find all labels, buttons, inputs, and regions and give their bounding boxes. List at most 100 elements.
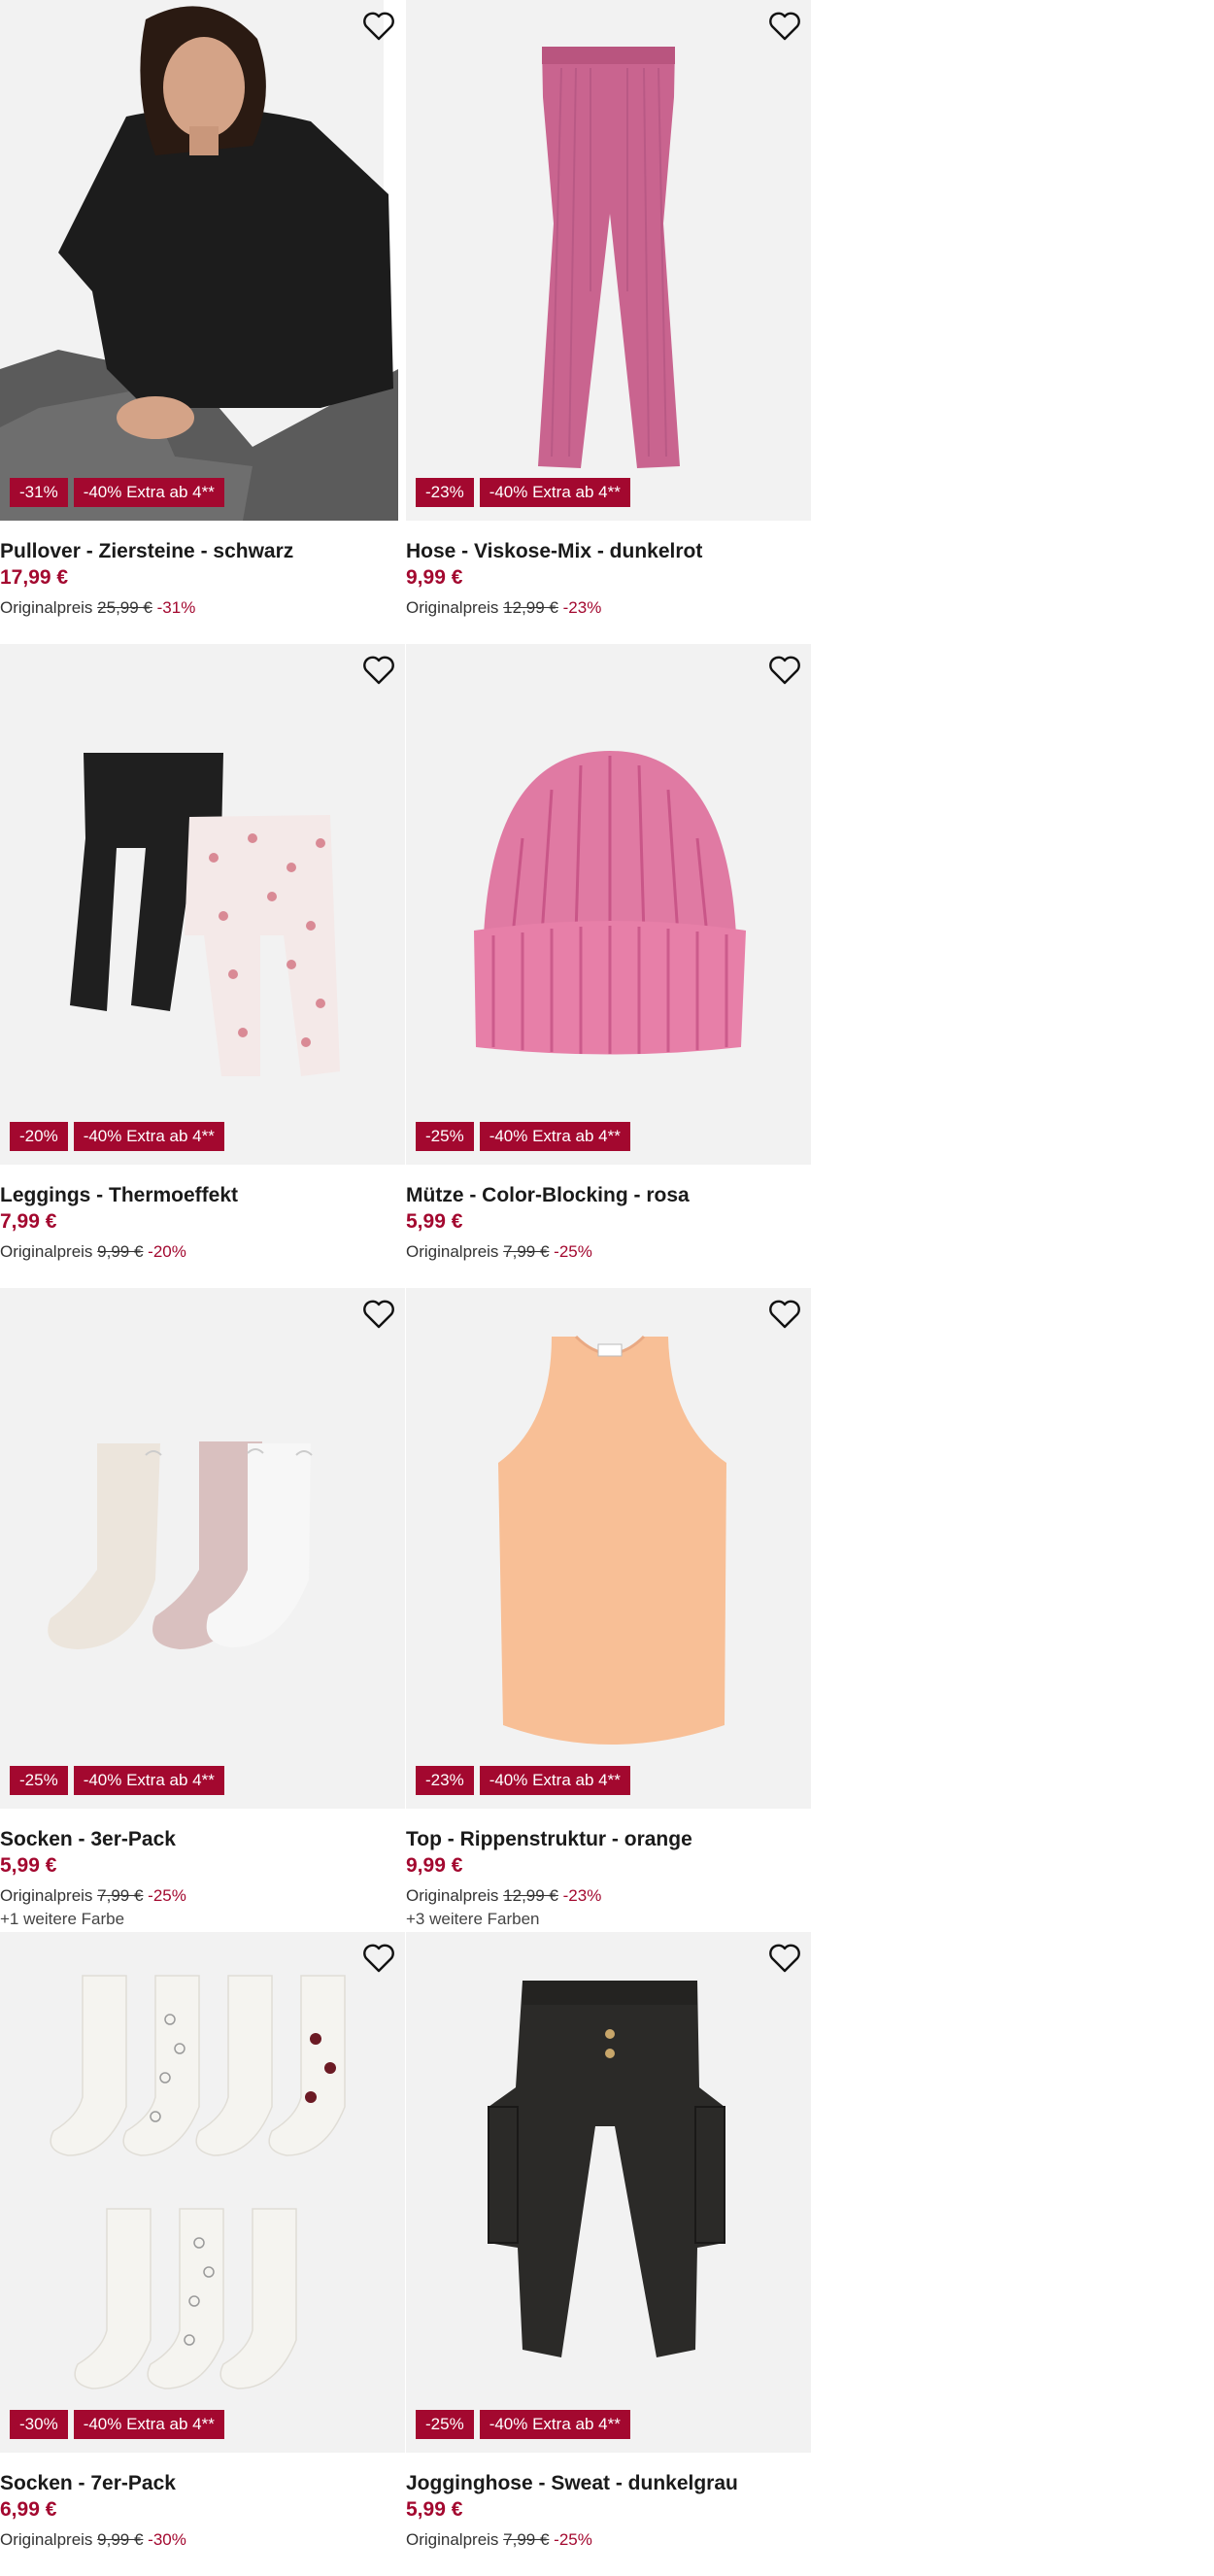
- badge-group: -31% -40% Extra ab 4**: [10, 478, 224, 507]
- product-price: 5,99 €: [0, 1854, 57, 1877]
- original-price-line: Originalpreis 7,99 € -25%: [406, 2525, 812, 2555]
- product-image[interactable]: -23% -40% Extra ab 4**: [406, 0, 811, 521]
- wishlist-heart-icon[interactable]: [768, 1300, 801, 1329]
- discount-percent: -31%: [156, 598, 196, 617]
- extra-discount-badge: -40% Extra ab 4**: [479, 2410, 630, 2439]
- product-image[interactable]: -31% -40% Extra ab 4**: [0, 0, 405, 521]
- product-card[interactable]: -25% -40% Extra ab 4** Socken - 3er-Pack…: [0, 1288, 406, 1932]
- badge-group: -23% -40% Extra ab 4**: [416, 478, 630, 507]
- product-image[interactable]: -30% -40% Extra ab 4**: [0, 1932, 405, 2453]
- original-price-line: Originalpreis 25,99 € -31%: [0, 593, 406, 623]
- wishlist-heart-icon[interactable]: [362, 12, 395, 41]
- product-info: Leggings - Thermoeffekt 7,99 € Originalp…: [0, 1165, 406, 1267]
- product-title[interactable]: Mütze - Color-Blocking - rosa: [406, 1182, 812, 1209]
- product-price: 7,99 €: [0, 1210, 57, 1233]
- discount-badge: -31%: [10, 478, 68, 507]
- discount-percent: -20%: [148, 1242, 186, 1261]
- beanie-image: [474, 751, 746, 1055]
- original-price-label: Originalpreis: [0, 598, 93, 617]
- product-info: Top - Rippenstruktur - orange 9,99 € Ori…: [406, 1809, 812, 1928]
- product-title[interactable]: Socken - 3er-Pack: [0, 1826, 406, 1853]
- discount-badge: -23%: [416, 1766, 474, 1795]
- original-price: 12,99 €: [503, 598, 558, 617]
- product-price: 17,99 €: [0, 566, 69, 589]
- product-card[interactable]: -23% -40% Extra ab 4** Hose - Viskose-Mi…: [406, 0, 812, 644]
- badge-group: -20% -40% Extra ab 4**: [10, 1122, 224, 1151]
- wishlist-heart-icon[interactable]: [362, 1300, 395, 1329]
- product-image[interactable]: -20% -40% Extra ab 4**: [0, 644, 405, 1165]
- socks-image: [48, 1441, 313, 1649]
- tank-top-image: [498, 1335, 726, 1745]
- product-title[interactable]: Socken - 7er-Pack: [0, 2470, 406, 2497]
- original-price: 9,99 €: [97, 2530, 144, 2549]
- discount-percent: -25%: [148, 1886, 186, 1905]
- product-title[interactable]: Leggings - Thermoeffekt: [0, 1182, 406, 1209]
- extra-discount-badge: -40% Extra ab 4**: [479, 478, 630, 507]
- wishlist-heart-icon[interactable]: [768, 1944, 801, 1973]
- original-price-label: Originalpreis: [406, 598, 499, 617]
- badge-group: -25% -40% Extra ab 4**: [416, 1122, 630, 1151]
- more-colors[interactable]: +1 weitere Farbe: [0, 1911, 406, 1928]
- product-card[interactable]: -30% -40% Extra ab 4** Socken - 7er-Pack…: [0, 1932, 406, 2576]
- extra-discount-badge: -40% Extra ab 4**: [479, 1122, 630, 1151]
- jogging-pants-image: [488, 1981, 725, 2357]
- product-image[interactable]: -23% -40% Extra ab 4**: [406, 1288, 811, 1809]
- product-info: Pullover - Ziersteine - schwarz 17,99 € …: [0, 521, 406, 623]
- product-title[interactable]: Top - Rippenstruktur - orange: [406, 1826, 812, 1853]
- discount-badge: -23%: [416, 478, 474, 507]
- more-colors[interactable]: +3 weitere Farben: [406, 1911, 812, 1928]
- product-card[interactable]: -25% -40% Extra ab 4** Jogginghose - Swe…: [406, 1932, 812, 2576]
- product-card[interactable]: -31% -40% Extra ab 4** Pullover - Zierst…: [0, 0, 406, 644]
- product-info: Jogginghose - Sweat - dunkelgrau 5,99 € …: [406, 2453, 812, 2555]
- product-info: Socken - 7er-Pack 6,99 € Originalpreis 9…: [0, 2453, 406, 2555]
- product-image[interactable]: -25% -40% Extra ab 4**: [0, 1288, 405, 1809]
- original-price-label: Originalpreis: [0, 1886, 93, 1905]
- product-card[interactable]: -25% -40% Extra ab 4** Mütze - Color-Blo…: [406, 644, 812, 1288]
- original-price: 25,99 €: [97, 598, 152, 617]
- badge-group: -23% -40% Extra ab 4**: [416, 1766, 630, 1795]
- discount-percent: -25%: [554, 2530, 592, 2549]
- extra-discount-badge: -40% Extra ab 4**: [479, 1766, 630, 1795]
- original-price-line: Originalpreis 9,99 € -30%: [0, 2525, 406, 2555]
- socks-7-pack-image: [50, 1975, 346, 2390]
- product-grid: -31% -40% Extra ab 4** Pullover - Zierst…: [0, 0, 812, 2576]
- original-price-line: Originalpreis 7,99 € -25%: [0, 1881, 406, 1911]
- product-card[interactable]: -20% -40% Extra ab 4** Leggings - Thermo…: [0, 644, 406, 1288]
- product-title[interactable]: Pullover - Ziersteine - schwarz: [0, 538, 406, 565]
- original-price: 12,99 €: [503, 1886, 558, 1905]
- product-price: 5,99 €: [406, 1210, 463, 1233]
- original-price-line: Originalpreis 7,99 € -25%: [406, 1237, 812, 1267]
- leggings-image: [70, 753, 340, 1076]
- product-image[interactable]: -25% -40% Extra ab 4**: [406, 644, 811, 1165]
- badge-group: -25% -40% Extra ab 4**: [10, 1766, 224, 1795]
- badge-group: -25% -40% Extra ab 4**: [416, 2410, 630, 2439]
- product-info: Mütze - Color-Blocking - rosa 5,99 € Ori…: [406, 1165, 812, 1267]
- discount-percent: -25%: [554, 1242, 592, 1261]
- discount-badge: -25%: [416, 2410, 474, 2439]
- wishlist-heart-icon[interactable]: [768, 656, 801, 685]
- original-price-label: Originalpreis: [406, 1242, 499, 1261]
- discount-badge: -20%: [10, 1122, 68, 1151]
- original-price-label: Originalpreis: [406, 2530, 499, 2549]
- original-price: 7,99 €: [503, 2530, 550, 2549]
- product-price: 6,99 €: [0, 2498, 57, 2521]
- product-card[interactable]: -23% -40% Extra ab 4** Top - Rippenstruk…: [406, 1288, 812, 1932]
- original-price-line: Originalpreis 9,99 € -20%: [0, 1237, 406, 1267]
- original-price-label: Originalpreis: [406, 1886, 499, 1905]
- wishlist-heart-icon[interactable]: [362, 1944, 395, 1973]
- wishlist-heart-icon[interactable]: [362, 656, 395, 685]
- product-price: 9,99 €: [406, 566, 463, 589]
- discount-badge: -25%: [416, 1122, 474, 1151]
- product-image[interactable]: -25% -40% Extra ab 4**: [406, 1932, 811, 2453]
- badge-group: -30% -40% Extra ab 4**: [10, 2410, 224, 2439]
- extra-discount-badge: -40% Extra ab 4**: [73, 2410, 224, 2439]
- product-price: 9,99 €: [406, 1854, 463, 1877]
- pink-pants-image: [538, 47, 680, 468]
- original-price-line: Originalpreis 12,99 € -23%: [406, 1881, 812, 1911]
- product-title[interactable]: Jogginghose - Sweat - dunkelgrau: [406, 2470, 812, 2497]
- wishlist-heart-icon[interactable]: [768, 12, 801, 41]
- extra-discount-badge: -40% Extra ab 4**: [73, 478, 224, 507]
- original-price-label: Originalpreis: [0, 2530, 93, 2549]
- extra-discount-badge: -40% Extra ab 4**: [73, 1122, 224, 1151]
- product-title[interactable]: Hose - Viskose-Mix - dunkelrot: [406, 538, 812, 565]
